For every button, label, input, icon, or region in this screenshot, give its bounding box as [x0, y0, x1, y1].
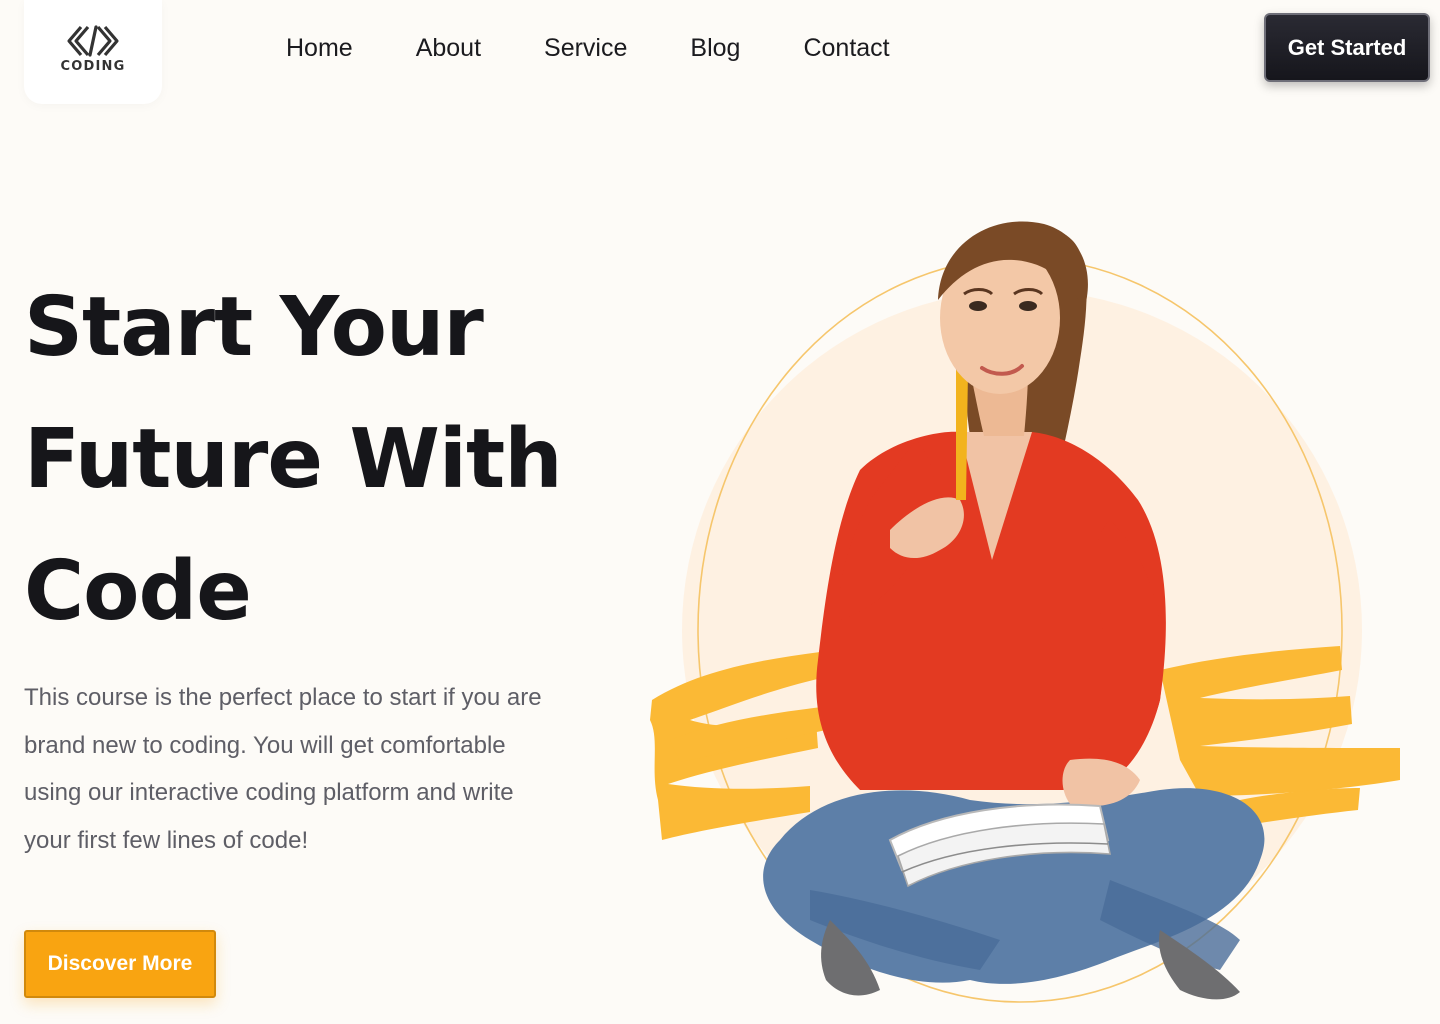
hero-title-line: Future With	[24, 412, 563, 507]
hero-title-line: Code	[24, 544, 252, 639]
main-nav: Home About Service Blog Contact	[286, 30, 953, 66]
hero-title-line: Start Your	[24, 280, 484, 375]
hero-illustration	[650, 221, 1400, 1003]
hero-title: Start Your Future With Code	[24, 262, 624, 658]
logo[interactable]: CODING	[24, 0, 162, 104]
nav-blog[interactable]: Blog	[690, 30, 740, 66]
pencil	[956, 370, 968, 500]
hero-description: This course is the perfect place to star…	[24, 684, 542, 854]
nav-contact[interactable]: Contact	[803, 30, 889, 66]
nav-home[interactable]: Home	[286, 30, 353, 66]
discover-more-button[interactable]: Discover More	[24, 930, 216, 998]
nav-service[interactable]: Service	[544, 30, 627, 66]
code-brackets-icon	[67, 24, 119, 57]
get-started-button[interactable]: Get Started	[1264, 13, 1430, 82]
brush-stroke-left	[650, 652, 830, 840]
logo-text: CODING	[60, 58, 126, 74]
nav-about[interactable]: About	[416, 30, 481, 66]
